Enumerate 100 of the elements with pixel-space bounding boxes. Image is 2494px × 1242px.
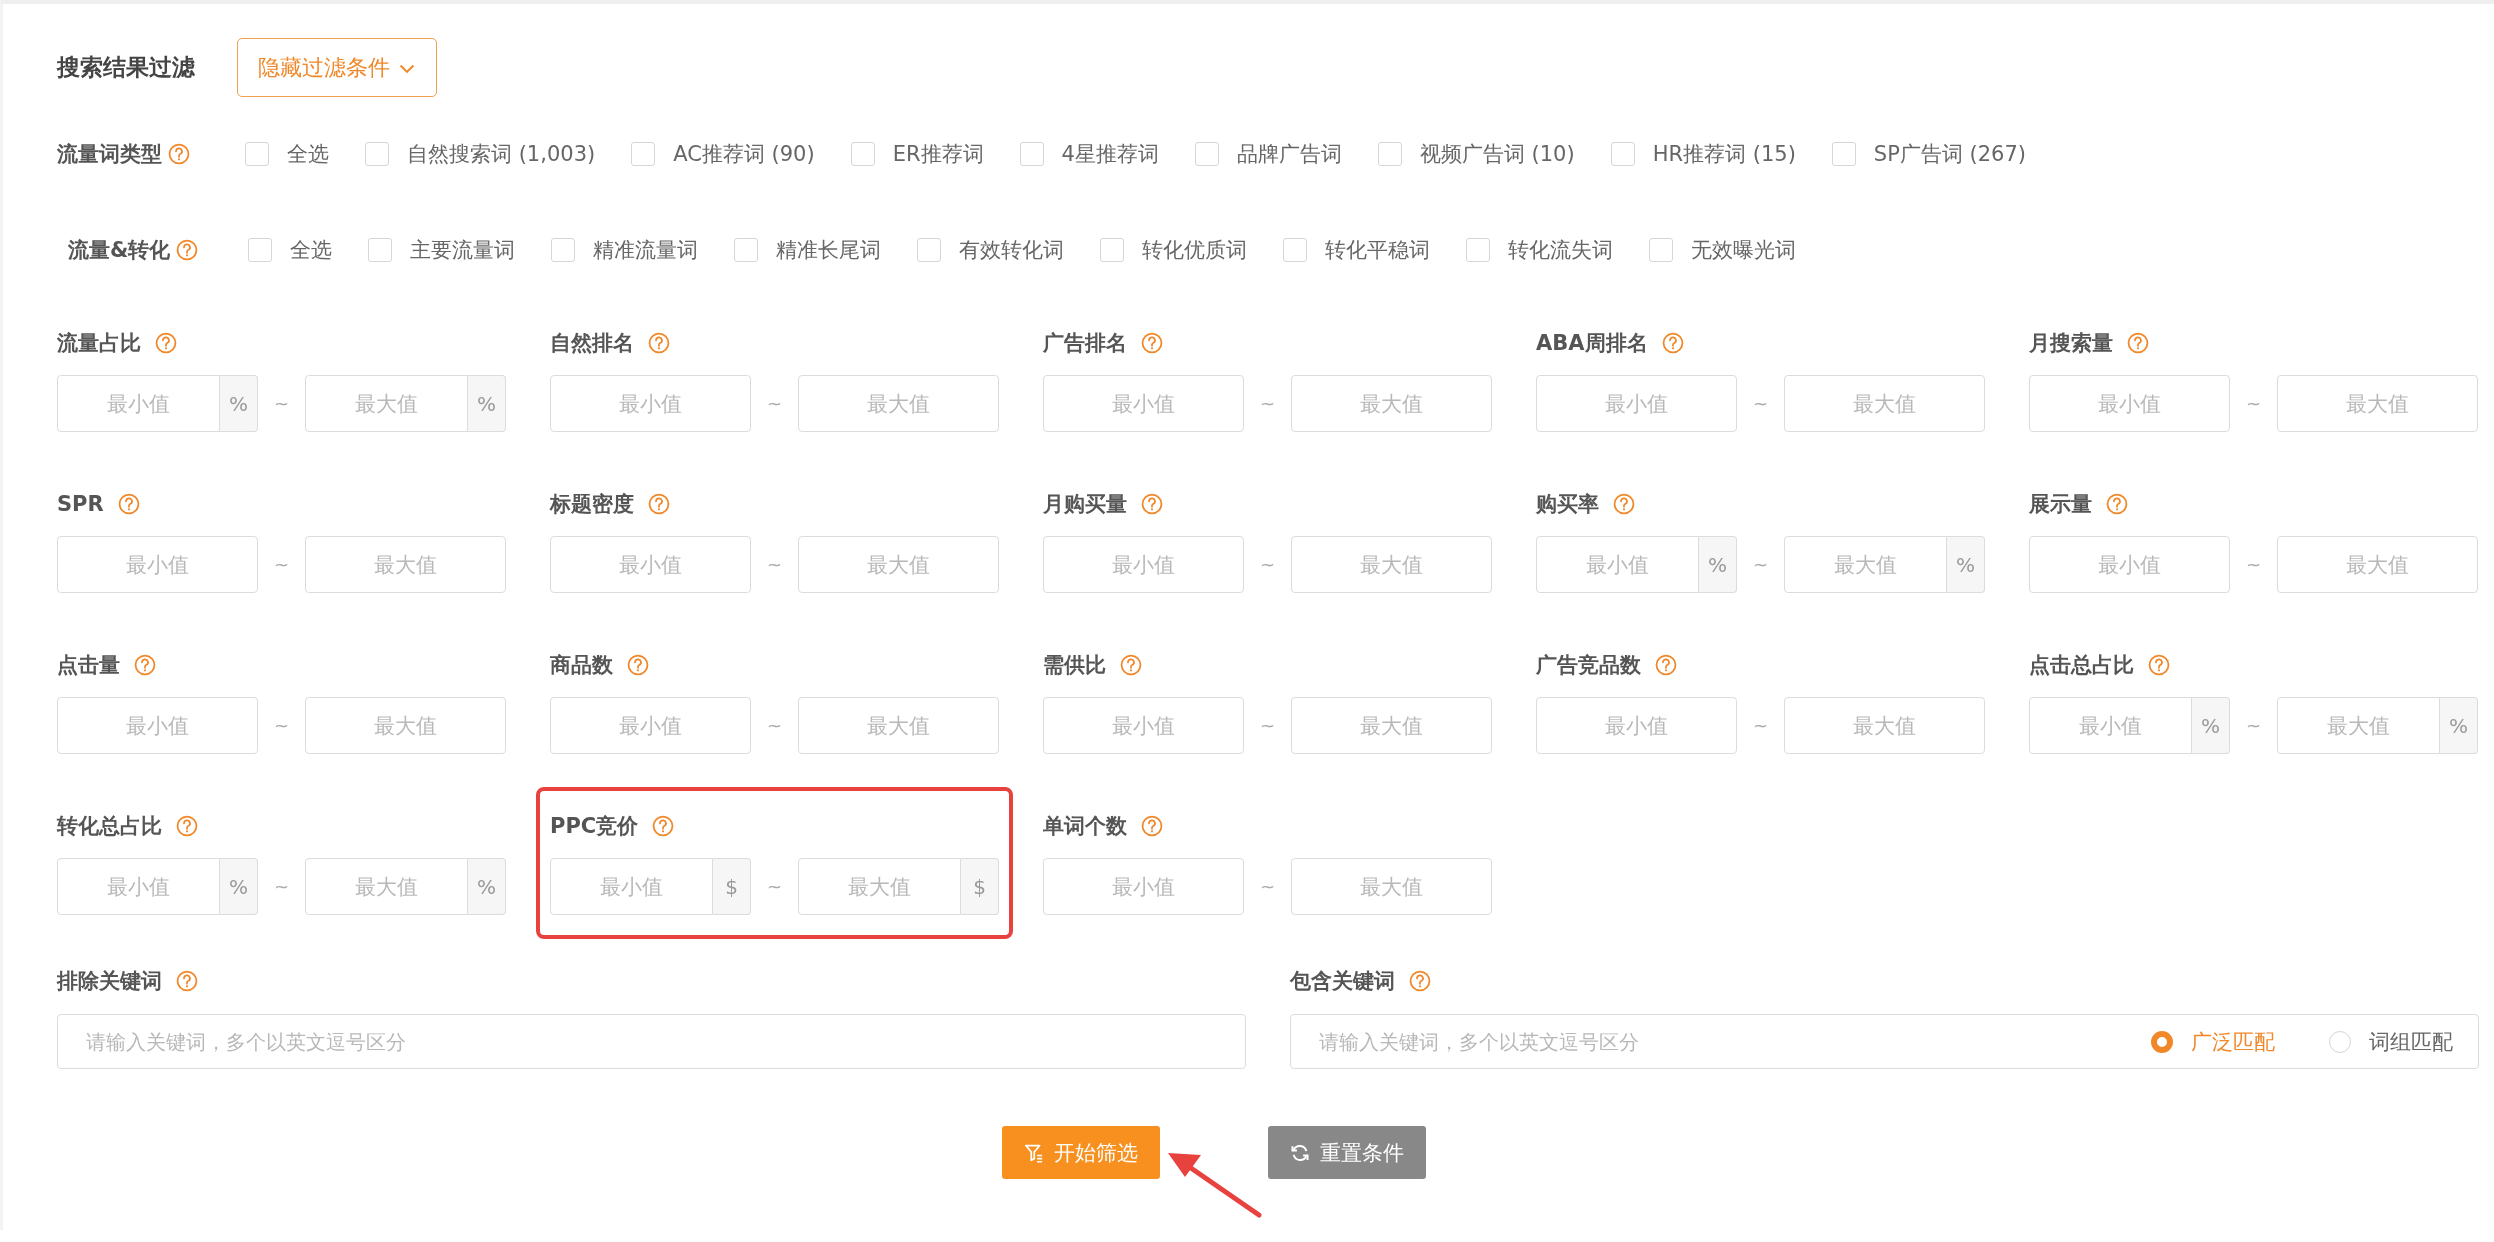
help-icon[interactable] bbox=[2148, 654, 2170, 676]
min-input[interactable]: 最小值 bbox=[1043, 536, 1244, 593]
min-input[interactable]: 最小值 bbox=[1536, 536, 1699, 593]
min-input[interactable]: 最小值 bbox=[1043, 375, 1244, 432]
filter-icon bbox=[1023, 1142, 1044, 1163]
max-input[interactable]: 最大值 bbox=[1291, 536, 1492, 593]
min-input[interactable]: 最小值 bbox=[57, 536, 258, 593]
min-input[interactable]: 最小值 bbox=[57, 375, 220, 432]
field-label: 需供比 bbox=[1043, 652, 1106, 679]
help-icon[interactable] bbox=[648, 332, 670, 354]
max-input[interactable]: 最大值 bbox=[798, 697, 999, 754]
checkbox[interactable] bbox=[1610, 142, 1635, 166]
help-icon[interactable] bbox=[627, 654, 649, 676]
help-icon[interactable] bbox=[2106, 493, 2128, 515]
min-input[interactable]: 最小值 bbox=[2029, 697, 2192, 754]
range-separator: ~ bbox=[272, 554, 291, 575]
range-separator: ~ bbox=[1751, 715, 1770, 736]
radio-label: 广泛匹配 bbox=[2191, 1028, 2275, 1056]
filter-button[interactable]: 开始筛选 bbox=[1001, 1126, 1160, 1179]
range-separator: ~ bbox=[765, 715, 784, 736]
min-input[interactable]: 最小值 bbox=[550, 858, 713, 915]
checkbox[interactable] bbox=[1649, 238, 1673, 262]
min-input[interactable]: 最小值 bbox=[1536, 375, 1737, 432]
max-input[interactable]: 最大值 bbox=[1291, 858, 1492, 915]
checkbox-label: SP广告词 (267) bbox=[1873, 141, 2026, 168]
max-input[interactable]: 最大值 bbox=[798, 858, 961, 915]
range-separator: ~ bbox=[765, 393, 784, 414]
min-input[interactable]: 最小值 bbox=[1043, 697, 1244, 754]
help-icon[interactable] bbox=[648, 493, 670, 515]
max-input[interactable]: 最大值 bbox=[1784, 536, 1947, 593]
checkbox[interactable] bbox=[1194, 142, 1219, 166]
min-input[interactable]: 最小值 bbox=[550, 536, 751, 593]
range-separator: ~ bbox=[1258, 393, 1277, 414]
max-input[interactable]: 最大值 bbox=[2277, 697, 2440, 754]
min-input[interactable]: 最小值 bbox=[550, 697, 751, 754]
checkbox[interactable] bbox=[245, 142, 269, 166]
checkbox[interactable] bbox=[917, 238, 941, 262]
keyword-input-field[interactable]: 请输入关键词，多个以英文逗号区分 bbox=[57, 1014, 1246, 1069]
help-icon[interactable] bbox=[652, 815, 675, 837]
help-icon[interactable] bbox=[117, 493, 140, 515]
checkbox[interactable] bbox=[248, 238, 272, 262]
max-input[interactable]: 最大值 bbox=[2277, 375, 2478, 432]
reset-button[interactable]: 重置条件 bbox=[1267, 1126, 1426, 1179]
checkbox[interactable] bbox=[850, 142, 875, 166]
max-input[interactable]: 最大值 bbox=[1291, 697, 1492, 754]
max-input[interactable]: 最大值 bbox=[798, 536, 999, 593]
unit-addon: % bbox=[468, 858, 506, 915]
refresh-icon bbox=[1289, 1142, 1310, 1163]
help-icon[interactable] bbox=[155, 332, 177, 354]
checkbox[interactable] bbox=[734, 238, 758, 262]
filter-label: 流量词类型 bbox=[57, 141, 162, 168]
checkbox-label: 精准流量词 bbox=[593, 237, 698, 264]
help-icon[interactable] bbox=[176, 970, 198, 992]
help-icon[interactable] bbox=[1141, 332, 1163, 354]
checkbox[interactable] bbox=[365, 142, 389, 166]
help-icon[interactable] bbox=[1409, 970, 1431, 992]
help-icon[interactable] bbox=[2127, 332, 2149, 354]
field-label: 月搜索量 bbox=[2029, 330, 2113, 357]
help-icon[interactable] bbox=[168, 143, 190, 165]
min-input[interactable]: 最小值 bbox=[1536, 697, 1737, 754]
min-input[interactable]: 最小值 bbox=[57, 858, 220, 915]
max-input[interactable]: 最大值 bbox=[1784, 697, 1985, 754]
help-icon[interactable] bbox=[1661, 332, 1684, 354]
min-input[interactable]: 最小值 bbox=[57, 697, 258, 754]
checkbox[interactable] bbox=[1283, 238, 1307, 262]
max-input[interactable]: 最大值 bbox=[2277, 536, 2478, 593]
min-input[interactable]: 最小值 bbox=[550, 375, 751, 432]
checkbox[interactable] bbox=[1019, 142, 1044, 166]
max-input[interactable]: 最大值 bbox=[305, 858, 468, 915]
checkbox[interactable] bbox=[1100, 238, 1124, 262]
help-icon[interactable] bbox=[1141, 493, 1163, 515]
filter-label: 流量&转化 bbox=[68, 237, 171, 264]
min-input[interactable]: 最小值 bbox=[2029, 375, 2230, 432]
checkbox[interactable] bbox=[368, 238, 392, 262]
max-input[interactable]: 最大值 bbox=[305, 697, 506, 754]
max-input[interactable]: 最大值 bbox=[305, 375, 468, 432]
checkbox-label: 全选 bbox=[287, 141, 329, 168]
checkbox[interactable] bbox=[551, 238, 575, 262]
min-input[interactable]: 最小值 bbox=[2029, 536, 2230, 593]
range-separator: ~ bbox=[765, 876, 784, 897]
checkbox[interactable] bbox=[1466, 238, 1490, 262]
help-icon[interactable] bbox=[1120, 654, 1142, 676]
max-input[interactable]: 最大值 bbox=[305, 536, 506, 593]
min-input[interactable]: 最小值 bbox=[1043, 858, 1244, 915]
max-input[interactable]: 最大值 bbox=[798, 375, 999, 432]
help-icon[interactable] bbox=[1613, 493, 1635, 515]
help-icon[interactable] bbox=[1141, 815, 1163, 837]
field-label: 排除关键词 bbox=[57, 968, 162, 995]
checkbox[interactable] bbox=[1831, 142, 1856, 166]
max-input[interactable]: 最大值 bbox=[1784, 375, 1985, 432]
max-input[interactable]: 最大值 bbox=[1291, 375, 1492, 432]
help-icon[interactable] bbox=[176, 239, 199, 261]
checkbox-label: 无效曝光词 bbox=[1691, 237, 1796, 264]
help-icon[interactable] bbox=[176, 815, 198, 837]
field-label: 广告竞品数 bbox=[1536, 652, 1641, 679]
help-icon[interactable] bbox=[134, 654, 156, 676]
toggle-filter-button[interactable]: 隐藏过滤条件 bbox=[237, 38, 437, 97]
checkbox[interactable] bbox=[1377, 142, 1402, 166]
checkbox[interactable] bbox=[631, 142, 656, 166]
help-icon[interactable] bbox=[1655, 654, 1677, 676]
